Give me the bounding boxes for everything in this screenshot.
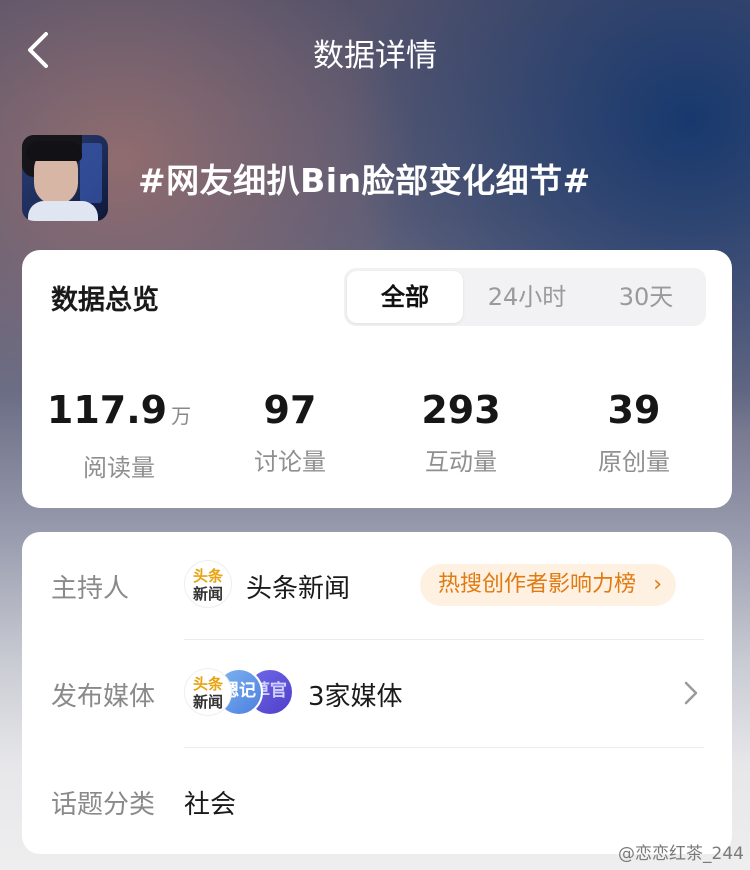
topic-thumbnail[interactable] <box>22 135 108 221</box>
host-row[interactable]: 主持人 头条 新闻 头条新闻 热搜创作者影响力榜 › <box>22 532 732 640</box>
stat-originals: 39 原创量 <box>549 388 719 477</box>
stat-value: 97 <box>263 388 317 432</box>
stat-label: 原创量 <box>598 448 670 476</box>
watermark: @恋恋红茶_244 <box>618 844 744 864</box>
rank-badge-label: 热搜创作者影响力榜 <box>438 572 637 597</box>
host-name: 头条新闻 <box>246 574 351 604</box>
time-range-tabs: 全部 24小时 30天 <box>344 268 706 326</box>
stat-label: 讨论量 <box>254 448 326 476</box>
stat-label: 阅读量 <box>83 454 155 482</box>
stat-discussions: 97 讨论量 <box>205 388 375 477</box>
topic-title: #网友细扒Bin脸部变化细节# <box>138 161 591 200</box>
tab-30d[interactable]: 30天 <box>590 268 702 326</box>
host-label: 主持人 <box>51 574 130 604</box>
info-card: 主持人 头条 新闻 头条新闻 热搜创作者影响力榜 › 发布媒体 草官 嗯记 头条… <box>22 532 732 854</box>
stat-interactions: 293 互动量 <box>376 388 546 477</box>
overview-title: 数据总览 <box>51 285 159 316</box>
tab-24h[interactable]: 24小时 <box>468 268 586 326</box>
stat-value: 39 <box>607 388 661 432</box>
chevron-right-icon: › <box>653 572 663 597</box>
category-label: 话题分类 <box>51 790 156 820</box>
stat-reads: 117.9 万 阅读量 <box>34 388 204 483</box>
page-title: 数据详情 <box>313 38 437 74</box>
host-logo: 头条 新闻 <box>184 560 232 608</box>
stat-value: 117.9 万 <box>46 388 192 432</box>
chevron-right-icon[interactable] <box>676 678 706 708</box>
topic-header: #网友细扒Bin脸部变化细节# <box>22 134 591 222</box>
media-count: 3家媒体 <box>308 682 403 712</box>
rank-badge-button[interactable]: 热搜创作者影响力榜 › <box>420 564 677 606</box>
stat-unit: 万 <box>171 404 192 428</box>
tab-all[interactable]: 全部 <box>347 271 463 323</box>
media-logo-1: 头条 新闻 <box>184 668 232 716</box>
media-label: 发布媒体 <box>51 682 156 712</box>
header: 数据详情 <box>0 0 750 100</box>
media-row[interactable]: 发布媒体 草官 嗯记 头条 新闻 3家媒体 <box>22 640 732 748</box>
category-value: 社会 <box>184 790 237 820</box>
overview-card: 数据总览 全部 24小时 30天 117.9 万 阅读量 97 讨论量 293 互… <box>22 250 732 508</box>
stat-label: 互动量 <box>425 448 497 476</box>
stat-value: 293 <box>421 388 501 432</box>
